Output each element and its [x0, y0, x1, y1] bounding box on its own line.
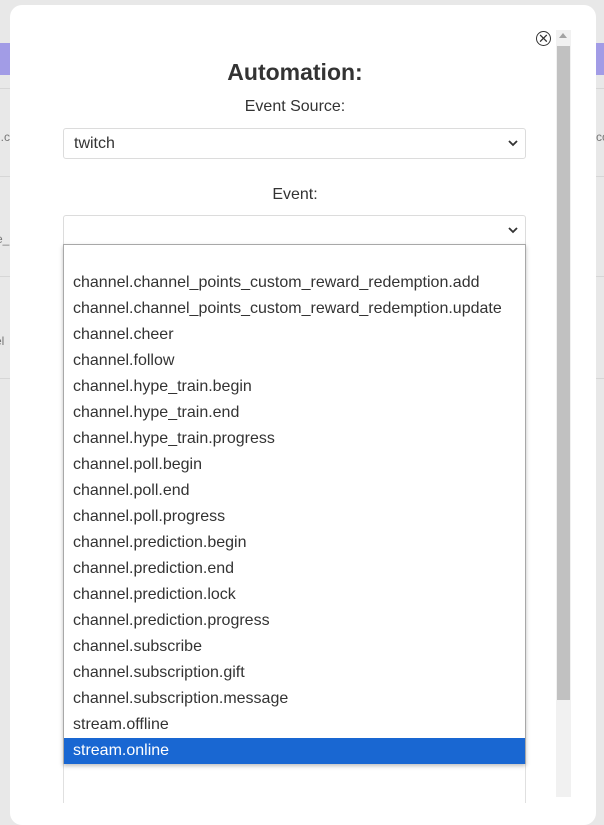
- background-text-fragment: e_: [0, 232, 10, 246]
- background-divider: [596, 378, 604, 379]
- background-divider: [0, 88, 10, 89]
- background-divider: [596, 176, 604, 177]
- dropdown-option[interactable]: channel.subscription.gift: [64, 660, 525, 686]
- dropdown-option[interactable]: channel.cheer: [64, 322, 525, 348]
- dropdown-option[interactable]: channel.channel_points_custom_reward_red…: [64, 296, 525, 322]
- event-dropdown-list: channel.channel_points_custom_reward_red…: [63, 244, 526, 764]
- event-select[interactable]: [63, 215, 526, 246]
- background-divider: [0, 276, 10, 277]
- background-header-bar-left: [0, 43, 10, 75]
- dropdown-option[interactable]: channel.prediction.begin: [64, 530, 525, 556]
- dropdown-option[interactable]: channel.poll.progress: [64, 504, 525, 530]
- event-source-select[interactable]: twitch: [63, 128, 526, 159]
- dropdown-option[interactable]: channel.poll.begin: [64, 452, 525, 478]
- background-divider: [0, 378, 10, 379]
- dropdown-option[interactable]: channel.follow: [64, 348, 525, 374]
- background-header-bar-right: [596, 43, 604, 75]
- dropdown-option[interactable]: channel.subscribe: [64, 634, 525, 660]
- dropdown-option[interactable]: channel.poll.end: [64, 478, 525, 504]
- dropdown-option[interactable]: channel.prediction.lock: [64, 582, 525, 608]
- background-divider: [596, 88, 604, 89]
- event-source-label: Event Source:: [244, 98, 346, 115]
- background-divider: [0, 176, 10, 177]
- dropdown-option[interactable]: channel.hype_train.end: [64, 400, 525, 426]
- scroll-up-arrow-icon[interactable]: [559, 33, 567, 38]
- close-icon[interactable]: ✕: [536, 31, 551, 46]
- background-text-fragment: n.c: [0, 130, 11, 144]
- dropdown-option[interactable]: channel.hype_train.progress: [64, 426, 525, 452]
- chevron-down-icon: [508, 140, 518, 147]
- dropdown-option[interactable]: stream.offline: [64, 712, 525, 738]
- dropdown-option[interactable]: channel.prediction.end: [64, 556, 525, 582]
- chevron-down-icon: [508, 227, 518, 234]
- scrollbar-thumb[interactable]: [557, 46, 570, 700]
- dropdown-option[interactable]: channel.channel_points_custom_reward_red…: [64, 270, 525, 296]
- dropdown-option[interactable]: channel.subscription.message: [64, 686, 525, 712]
- dropdown-option[interactable]: [64, 245, 525, 271]
- modal-scrollbar[interactable]: [556, 30, 571, 797]
- dropdown-option-highlighted[interactable]: stream.online: [64, 738, 525, 764]
- event-source-value: twitch: [74, 135, 115, 152]
- dropdown-option[interactable]: channel.prediction.progress: [64, 608, 525, 634]
- event-label: Event:: [272, 186, 318, 203]
- background-text-fragment: co: [596, 130, 604, 144]
- background-divider: [596, 276, 604, 277]
- dropdown-option[interactable]: channel.hype_train.begin: [64, 374, 525, 400]
- textarea-field[interactable]: [63, 763, 526, 803]
- background-text-fragment: el: [0, 334, 5, 348]
- modal-title: Automation:: [227, 59, 363, 85]
